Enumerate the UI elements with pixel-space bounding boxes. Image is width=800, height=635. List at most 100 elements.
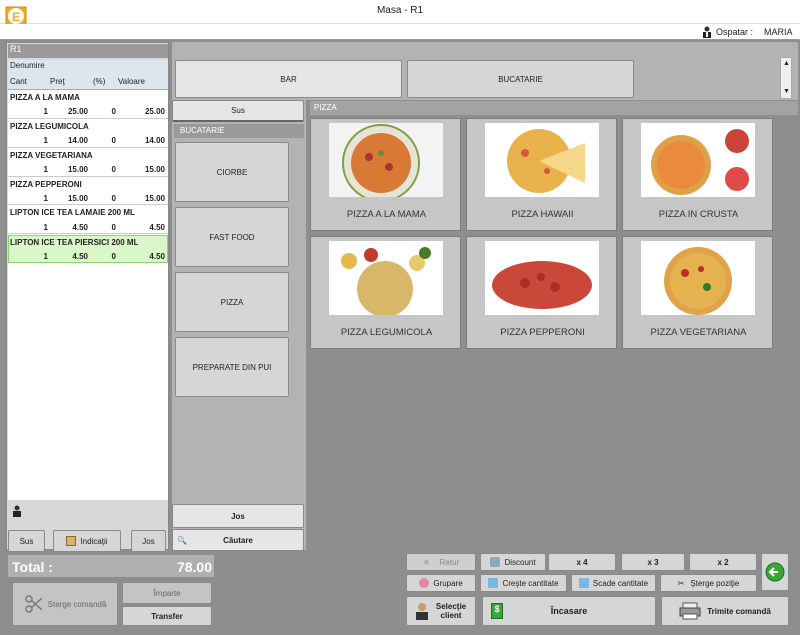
category-preparate-din-pui[interactable]: PREPARATE DIN PUI bbox=[175, 337, 289, 397]
order-item-name[interactable]: PIZZA VEGETARIANA bbox=[10, 151, 93, 160]
total-label: Total : bbox=[12, 559, 53, 575]
product-card[interactable]: PIZZA VEGETARIANA bbox=[622, 236, 773, 349]
notes-button[interactable]: Indicaţii bbox=[53, 530, 121, 552]
discount-button[interactable]: Discount bbox=[480, 553, 546, 571]
tab-bar[interactable]: BAR bbox=[175, 60, 402, 98]
pizza-image bbox=[485, 123, 599, 197]
column-header-value: Valoare bbox=[118, 77, 145, 86]
category-pizza[interactable]: PIZZA bbox=[175, 272, 289, 332]
tag-icon bbox=[490, 557, 501, 567]
return-button[interactable]: ✳ Retur bbox=[406, 553, 476, 571]
money-icon: $ bbox=[491, 603, 503, 619]
scissors-icon bbox=[24, 595, 43, 613]
product-header: PIZZA bbox=[314, 103, 337, 112]
qty-cell: 1 bbox=[43, 107, 48, 116]
category-header: BUCATARIE bbox=[180, 126, 225, 135]
scroll-down-icon[interactable]: ▼ bbox=[783, 88, 790, 95]
waiter-name: MARIA bbox=[764, 27, 793, 37]
back-button[interactable] bbox=[761, 553, 789, 591]
pizza-image bbox=[485, 241, 599, 315]
pizza-image bbox=[329, 123, 443, 197]
product-label: PIZZA VEGETARIANA bbox=[650, 327, 747, 338]
split-button[interactable]: Împarte bbox=[122, 582, 212, 604]
plus-icon bbox=[488, 578, 499, 588]
column-header-qty: Cant bbox=[10, 77, 27, 86]
qty-cell: 1 bbox=[43, 136, 48, 145]
group-icon bbox=[419, 578, 430, 588]
printer-icon bbox=[679, 602, 701, 620]
product-label: PIZZA HAWAII bbox=[511, 209, 574, 220]
info-bar bbox=[0, 24, 800, 40]
transfer-button[interactable]: Transfer bbox=[122, 606, 212, 626]
minus-icon bbox=[578, 578, 589, 588]
product-card[interactable]: PIZZA PEPPERONI bbox=[466, 236, 617, 349]
product-card[interactable]: PIZZA IN CRUSTA bbox=[622, 118, 773, 231]
product-header-bar bbox=[310, 101, 798, 115]
total-value: 78.00 bbox=[176, 559, 212, 575]
search-button[interactable]: 🔍 Căutare bbox=[172, 529, 304, 551]
category-scroll-down-button[interactable]: Jos bbox=[172, 504, 304, 528]
product-card[interactable]: PIZZA HAWAII bbox=[466, 118, 617, 231]
product-card[interactable]: PIZZA LEGUMICOLA bbox=[310, 236, 461, 349]
value-cell: 15.00 bbox=[144, 194, 165, 203]
decrease-quantity-button[interactable]: Scade cantitate bbox=[571, 574, 656, 592]
qty-cell: 1 bbox=[43, 223, 48, 232]
qty-cell: 1 bbox=[43, 165, 48, 174]
column-header-price: Preţ bbox=[50, 77, 65, 86]
product-label: PIZZA A LA MAMA bbox=[346, 209, 427, 220]
product-card[interactable]: PIZZA A LA MAMA bbox=[310, 118, 461, 231]
waiter-label: Ospatar : bbox=[716, 27, 754, 37]
notes-button-label: Indicaţii bbox=[80, 536, 108, 546]
category-scroll-up-button[interactable]: Sus bbox=[172, 100, 304, 122]
multiply-3-button[interactable]: x 3 bbox=[621, 553, 685, 571]
qty-cell: 1 bbox=[43, 252, 48, 261]
notepad-icon bbox=[66, 536, 77, 546]
delete-order-button[interactable]: Sterge comandă bbox=[12, 582, 118, 626]
pizza-image bbox=[641, 123, 755, 197]
value-cell: 25.00 bbox=[144, 107, 165, 116]
delete-position-button[interactable]: ✂ Şterge poziţie bbox=[660, 574, 757, 592]
select-client-button[interactable]: Selecţie client bbox=[406, 596, 476, 626]
order-rows[interactable]: PIZZA A LA MAMA 1 25.00 0 25.00 PIZZA LE… bbox=[8, 90, 168, 270]
increase-quantity-button[interactable]: Creşte cantitate bbox=[480, 574, 567, 592]
price-cell: 15.00 bbox=[67, 165, 88, 174]
send-order-button[interactable]: Trimite comandă bbox=[661, 596, 789, 626]
column-header-pct: (%) bbox=[93, 77, 106, 86]
pct-cell: 0 bbox=[111, 107, 116, 116]
table-name: R1 bbox=[8, 44, 168, 58]
pct-cell: 0 bbox=[111, 252, 116, 261]
order-scroll-up-button[interactable]: Sus bbox=[8, 530, 45, 552]
search-button-label: Căutare bbox=[223, 535, 253, 545]
multiply-2-button[interactable]: x 2 bbox=[689, 553, 757, 571]
price-cell: 4.50 bbox=[72, 252, 88, 261]
column-header-name: Denumire bbox=[10, 61, 45, 70]
value-cell: 4.50 bbox=[149, 252, 165, 261]
order-item-name[interactable]: LIPTON ICE TEA PIERSICI 200 ML bbox=[10, 238, 138, 247]
checkout-button[interactable]: $ Încasare bbox=[482, 596, 656, 626]
value-cell: 4.50 bbox=[149, 223, 165, 232]
order-item-name[interactable]: PIZZA PEPPERONI bbox=[10, 180, 82, 189]
person-icon bbox=[13, 505, 21, 517]
scroll-up-icon[interactable]: ▲ bbox=[783, 60, 790, 67]
order-item-name[interactable]: PIZZA A LA MAMA bbox=[10, 93, 80, 102]
multiply-4-button[interactable]: x 4 bbox=[548, 553, 616, 571]
pizza-image bbox=[329, 241, 443, 315]
pct-cell: 0 bbox=[111, 223, 116, 232]
pct-cell: 0 bbox=[111, 165, 116, 174]
star-icon: ✳ bbox=[422, 557, 430, 567]
order-item-name[interactable]: LIPTON ICE TEA LAMAIE 200 ML bbox=[10, 208, 135, 217]
scrollbar[interactable]: ▲ ▼ bbox=[780, 57, 792, 99]
scissors-icon: ✂ bbox=[677, 578, 685, 588]
tab-bucatarie[interactable]: BUCATARIE bbox=[407, 60, 634, 98]
category-ciorbe[interactable]: CIORBE bbox=[175, 142, 289, 202]
value-cell: 15.00 bbox=[144, 165, 165, 174]
client-icon bbox=[416, 603, 428, 620]
price-cell: 15.00 bbox=[67, 194, 88, 203]
price-cell: 4.50 bbox=[72, 223, 88, 232]
order-scroll-down-button[interactable]: Jos bbox=[131, 530, 166, 552]
product-label: PIZZA IN CRUSTA bbox=[658, 209, 739, 220]
category-fast-food[interactable]: FAST FOOD bbox=[175, 207, 289, 267]
order-item-name[interactable]: PIZZA LEGUMICOLA bbox=[10, 122, 89, 131]
group-button[interactable]: Grupare bbox=[406, 574, 476, 592]
product-label: PIZZA PEPPERONI bbox=[500, 327, 585, 338]
